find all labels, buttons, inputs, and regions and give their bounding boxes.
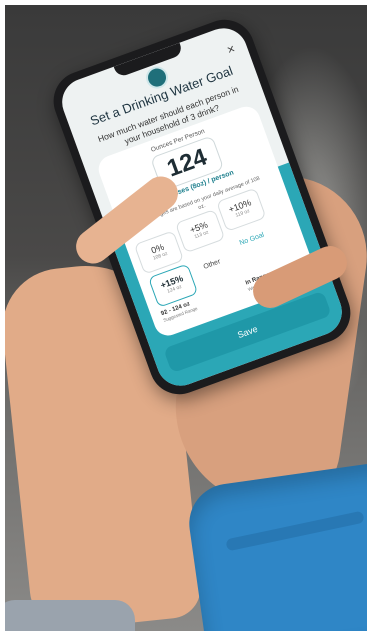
no-goal-option[interactable]: No Goal (239, 232, 266, 247)
other-option[interactable]: Other (203, 258, 222, 271)
photo-frame: × Set a Drinking Water Goal How much wat… (5, 5, 367, 631)
grey-sleeve (5, 600, 135, 631)
close-icon[interactable]: × (225, 41, 237, 58)
blue-sleeve (184, 461, 367, 631)
